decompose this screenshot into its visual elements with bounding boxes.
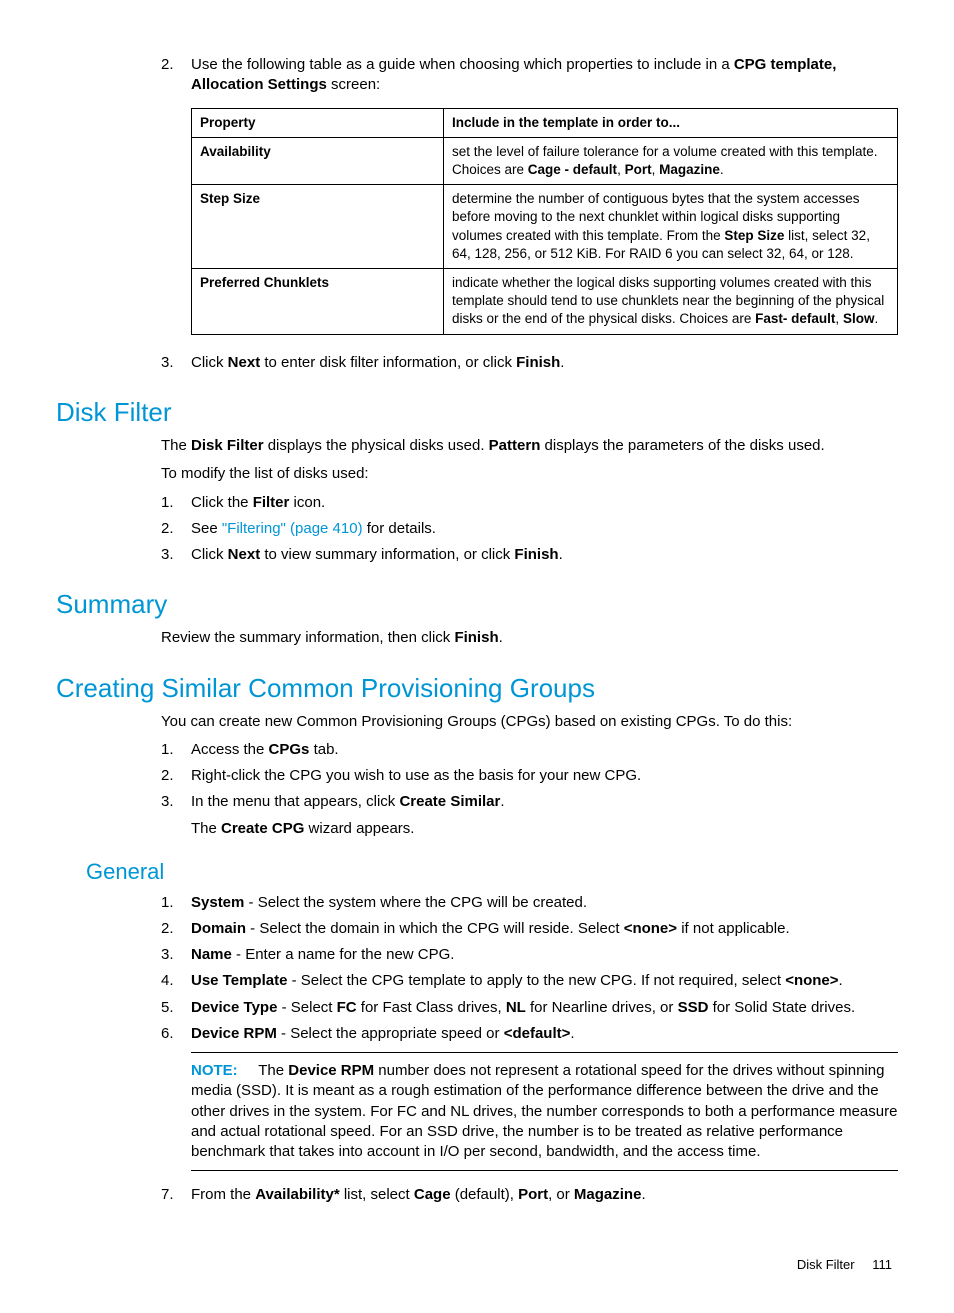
list-item-line2: The Create CPG wizard appears. xyxy=(191,819,898,839)
general-steps: 1. System - Select the system where the … xyxy=(161,893,898,1206)
footer-page-number: 111 xyxy=(872,1257,892,1272)
step-number: 2. xyxy=(161,55,174,75)
list-item: 3. Click Next to view summary informatio… xyxy=(161,545,898,565)
list-item: 3. In the menu that appears, click Creat… xyxy=(161,792,898,839)
cell-property: Availability xyxy=(192,137,444,184)
footer-section: Disk Filter xyxy=(797,1257,855,1272)
step-2: 2. Use the following table as a guide wh… xyxy=(161,55,898,335)
filtering-link[interactable]: "Filtering" (page 410) xyxy=(222,520,363,537)
cell-desc: set the level of failure tolerance for a… xyxy=(444,137,898,184)
list-item: 1. Access the CPGs tab. xyxy=(161,740,898,760)
table-row: Preferred Chunklets indicate whether the… xyxy=(192,269,898,335)
intro-steps: 2. Use the following table as a guide wh… xyxy=(161,55,898,373)
list-item: 1. Click the Filter icon. xyxy=(161,493,898,513)
list-item: 3. Name - Enter a name for the new CPG. xyxy=(161,945,898,965)
cell-property: Step Size xyxy=(192,185,444,269)
step-3: 3. Click Next to enter disk filter infor… xyxy=(161,353,898,373)
heading-disk-filter: Disk Filter xyxy=(56,395,898,430)
col-include: Include in the template in order to... xyxy=(444,108,898,137)
list-item: 2. Right-click the CPG you wish to use a… xyxy=(161,766,898,786)
heading-summary: Summary xyxy=(56,587,898,622)
cell-desc: determine the number of contiguous bytes… xyxy=(444,185,898,269)
list-item: 7. From the Availability* list, select C… xyxy=(161,1185,898,1205)
properties-table: Property Include in the template in orde… xyxy=(191,108,898,335)
creating-para: You can create new Common Provisioning G… xyxy=(161,712,898,732)
disk-filter-steps: 1. Click the Filter icon. 2. See "Filter… xyxy=(161,493,898,566)
heading-general: General xyxy=(86,857,898,887)
disk-filter-para2: To modify the list of disks used: xyxy=(161,464,898,484)
summary-para: Review the summary information, then cli… xyxy=(161,628,898,648)
list-item: 1. System - Select the system where the … xyxy=(161,893,898,913)
table-row: Availability set the level of failure to… xyxy=(192,137,898,184)
list-item: 2. See "Filtering" (page 410) for detail… xyxy=(161,519,898,539)
cell-property: Preferred Chunklets xyxy=(192,269,444,335)
table-row: Step Size determine the number of contig… xyxy=(192,185,898,269)
creating-steps: 1. Access the CPGs tab. 2. Right-click t… xyxy=(161,740,898,839)
step-text: Use the following table as a guide when … xyxy=(191,56,836,93)
table-header-row: Property Include in the template in orde… xyxy=(192,108,898,137)
list-item: 5. Device Type - Select FC for Fast Clas… xyxy=(161,998,898,1018)
list-item: 2. Domain - Select the domain in which t… xyxy=(161,919,898,939)
col-property: Property xyxy=(192,108,444,137)
step-number: 3. xyxy=(161,353,174,373)
note-label: NOTE: xyxy=(191,1062,238,1079)
list-item: 6. Device RPM - Select the appropriate s… xyxy=(161,1024,898,1172)
disk-filter-para1: The Disk Filter displays the physical di… xyxy=(161,436,898,456)
heading-creating-similar: Creating Similar Common Provisioning Gro… xyxy=(56,671,898,706)
cell-desc: indicate whether the logical disks suppo… xyxy=(444,269,898,335)
list-item: 4. Use Template - Select the CPG templat… xyxy=(161,971,898,991)
step-text: Click Next to enter disk filter informat… xyxy=(191,354,564,371)
note-block: NOTE: The Device RPM number does not rep… xyxy=(191,1052,898,1171)
